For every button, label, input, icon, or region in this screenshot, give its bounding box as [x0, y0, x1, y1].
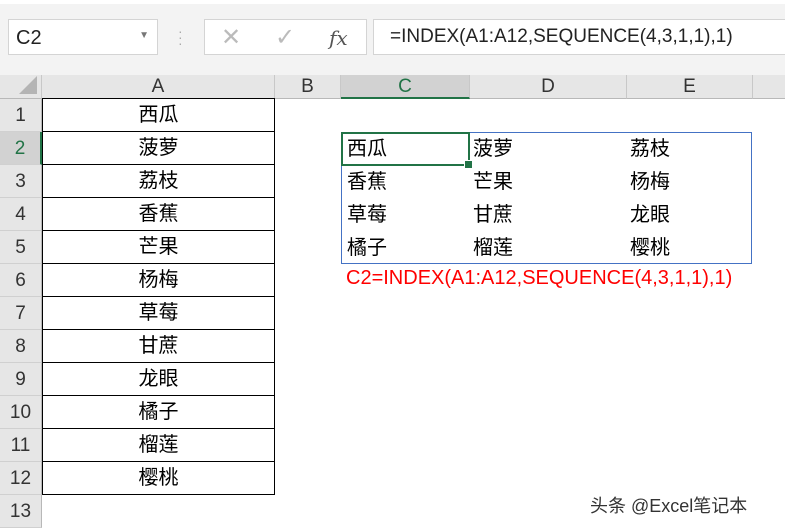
- row-header[interactable]: 10: [0, 396, 42, 429]
- cell-a11[interactable]: 榴莲: [42, 428, 275, 462]
- row-header[interactable]: 4: [0, 198, 42, 231]
- column-header-a[interactable]: A: [42, 75, 275, 99]
- cell-a1[interactable]: 西瓜: [42, 98, 275, 132]
- watermark: 头条 @Excel笔记本: [590, 496, 748, 516]
- cell-a10[interactable]: 橘子: [42, 395, 275, 429]
- cell-e4[interactable]: 龙眼: [630, 199, 670, 232]
- row-header[interactable]: 11: [0, 429, 42, 462]
- cell-d4[interactable]: 甘蔗: [473, 199, 513, 232]
- cell-d3[interactable]: 芒果: [473, 166, 513, 199]
- row-header[interactable]: 5: [0, 231, 42, 264]
- formula-input[interactable]: =INDEX(A1:A12,SEQUENCE(4,3,1,1),1): [373, 19, 785, 55]
- cell-c3[interactable]: 香蕉: [347, 166, 387, 199]
- name-box-value: C2: [16, 27, 42, 49]
- cell-e5[interactable]: 樱桃: [630, 232, 670, 265]
- row-header[interactable]: 2: [0, 132, 42, 165]
- cell-c4[interactable]: 草莓: [347, 199, 387, 232]
- row-header[interactable]: 6: [0, 264, 42, 297]
- row-header[interactable]: 13: [0, 495, 42, 528]
- row-header[interactable]: 1: [0, 99, 42, 132]
- insert-function-icon[interactable]: fx: [329, 26, 348, 50]
- cell-a3[interactable]: 荔枝: [42, 164, 275, 198]
- row-header[interactable]: 7: [0, 297, 42, 330]
- cell-a12[interactable]: 樱桃: [42, 461, 275, 495]
- cell-a5[interactable]: 芒果: [42, 230, 275, 264]
- cell-a4[interactable]: 香蕉: [42, 197, 275, 231]
- column-header-e[interactable]: E: [627, 75, 753, 99]
- active-cell-c2[interactable]: [341, 132, 473, 169]
- column-header-c[interactable]: C: [341, 75, 470, 99]
- column-header-d[interactable]: D: [470, 75, 627, 99]
- cell-a6[interactable]: 杨梅: [42, 263, 275, 297]
- cell-d2[interactable]: 菠萝: [473, 133, 513, 166]
- chevron-down-icon[interactable]: ▼: [139, 30, 149, 41]
- cell-a7[interactable]: 草莓: [42, 296, 275, 330]
- row-header[interactable]: 9: [0, 363, 42, 396]
- cell-e3[interactable]: 杨梅: [630, 166, 670, 199]
- formula-note: C2=INDEX(A1:A12,SEQUENCE(4,3,1,1),1): [346, 267, 733, 289]
- formula-buttons: ✕ ✓ fx: [204, 19, 367, 55]
- cell-a8[interactable]: 甘蔗: [42, 329, 275, 363]
- column-header-f[interactable]: [753, 75, 785, 99]
- enter-icon[interactable]: ✓: [275, 23, 295, 52]
- drag-handle-icon[interactable]: · · ·: [178, 24, 184, 50]
- row-header[interactable]: 8: [0, 330, 42, 363]
- cell-a2[interactable]: 菠萝: [42, 131, 275, 165]
- cell-c5[interactable]: 橘子: [347, 232, 387, 265]
- name-box[interactable]: C2 ▼: [8, 19, 158, 55]
- cancel-icon[interactable]: ✕: [221, 23, 241, 52]
- column-header-b[interactable]: B: [275, 75, 341, 99]
- cell-d5[interactable]: 榴莲: [473, 232, 513, 265]
- row-header[interactable]: 12: [0, 462, 42, 495]
- cell-e2[interactable]: 荔枝: [630, 133, 670, 166]
- cell-a9[interactable]: 龙眼: [42, 362, 275, 396]
- select-all-button[interactable]: [0, 75, 42, 99]
- row-header[interactable]: 3: [0, 165, 42, 198]
